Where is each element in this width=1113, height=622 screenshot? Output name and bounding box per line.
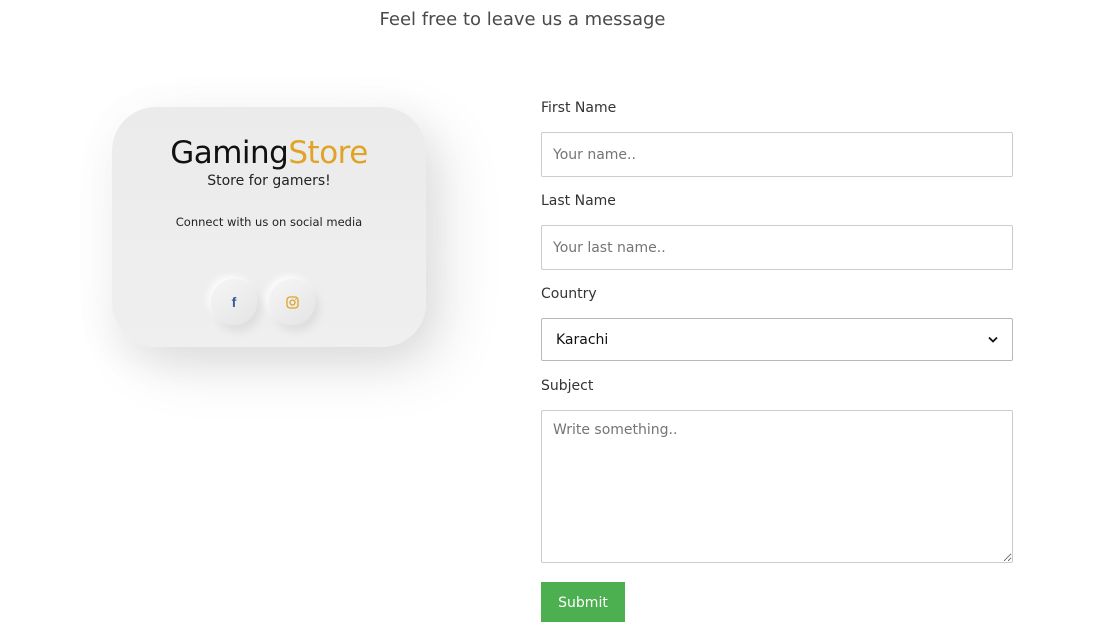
last-name-label: Last Name: [541, 193, 616, 209]
brand-tagline: Store for gamers!: [207, 173, 331, 189]
subject-textarea[interactable]: [541, 410, 1013, 563]
instagram-icon: [285, 295, 299, 309]
brand-name-part1: Gaming: [170, 135, 289, 171]
first-name-label: First Name: [541, 100, 617, 116]
chevron-down-icon: [988, 336, 998, 343]
country-label: Country: [541, 286, 597, 302]
contact-page: Feel free to leave us a message GamingSt…: [0, 0, 1113, 622]
country-selected-value: Karachi: [556, 331, 609, 348]
brand-logo: GamingStore: [112, 133, 426, 173]
facebook-icon: f: [231, 294, 237, 310]
last-name-input[interactable]: [541, 225, 1013, 270]
page-heading: Feel free to leave us a message: [379, 9, 666, 30]
contact-form: First Name Last Name Country Karachi Sub…: [541, 98, 1013, 622]
submit-button[interactable]: Submit: [541, 582, 625, 622]
social-links: f: [211, 279, 315, 325]
subject-label: Subject: [541, 378, 594, 394]
brand-card: GamingStore Store for gamers! Connect wi…: [112, 107, 426, 347]
facebook-button[interactable]: f: [211, 279, 257, 325]
first-name-input[interactable]: [541, 132, 1013, 177]
country-select[interactable]: Karachi: [541, 318, 1013, 361]
instagram-button[interactable]: [269, 279, 315, 325]
social-connect-text: Connect with us on social media: [175, 215, 363, 229]
brand-name-part2: Store: [288, 135, 368, 171]
